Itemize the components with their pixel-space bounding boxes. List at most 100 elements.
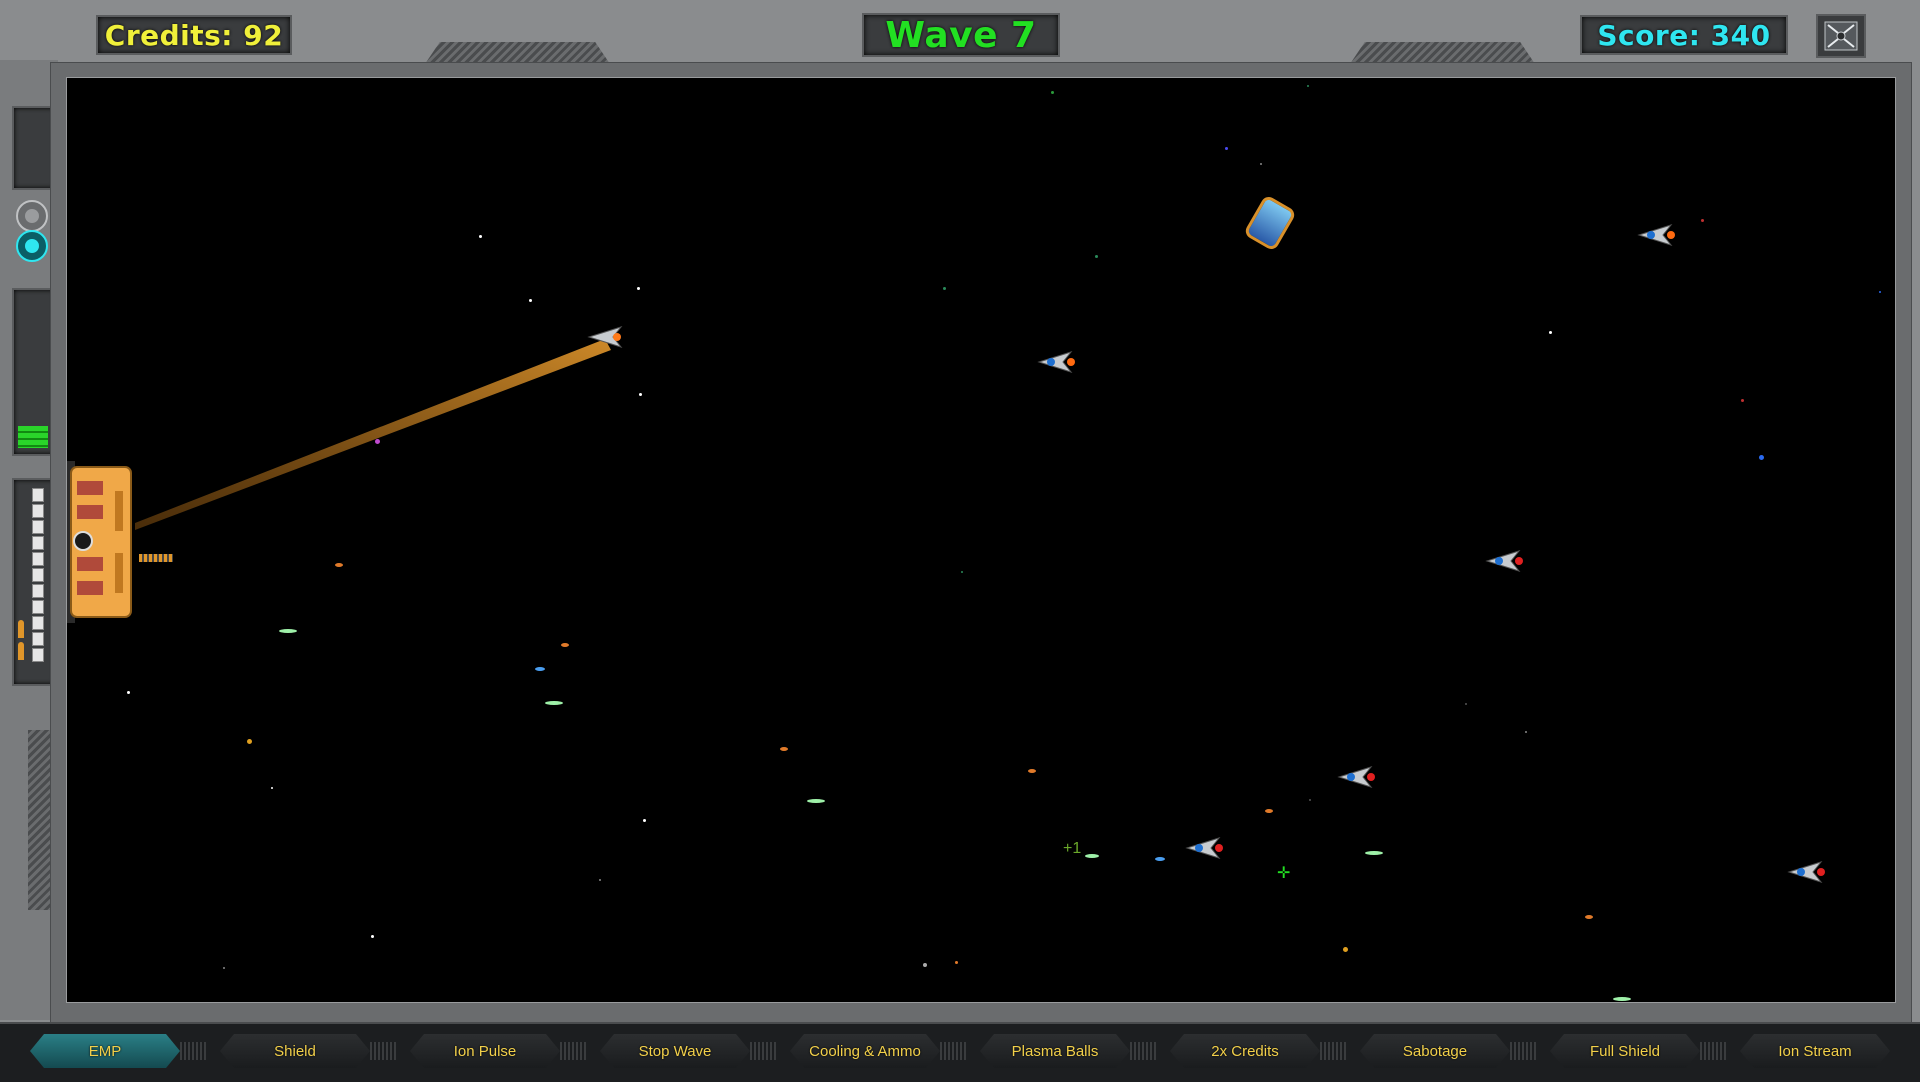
top-notch-left — [425, 42, 610, 64]
enemy-ship — [1787, 861, 1825, 883]
star — [1095, 255, 1098, 258]
projectile — [1265, 809, 1273, 813]
tool-separator — [560, 1042, 586, 1060]
star — [923, 963, 927, 967]
star — [223, 967, 225, 969]
projectile — [1028, 769, 1036, 773]
tool-2x-credits[interactable]: 2x Credits — [1170, 1034, 1320, 1068]
projectile — [545, 701, 563, 705]
tool-2x-credits-label: 2x Credits — [1211, 1042, 1279, 1060]
energy-bars-icon — [18, 426, 48, 448]
star — [1525, 731, 1527, 733]
projectile — [1613, 997, 1631, 1001]
star — [1741, 399, 1744, 402]
projectile — [1365, 851, 1383, 855]
enemy-ship — [587, 326, 623, 348]
score-text: Score: 340 — [1597, 18, 1771, 52]
projectile — [780, 747, 788, 751]
star — [1309, 799, 1311, 801]
tool-separator — [180, 1042, 206, 1060]
tool-separator — [750, 1042, 776, 1060]
star — [1343, 947, 1348, 952]
tool-plasma-balls[interactable]: Plasma Balls — [980, 1034, 1130, 1068]
tool-full-shield-label: Full Shield — [1589, 1042, 1661, 1060]
tool-sabotage-label: Sabotage — [1402, 1042, 1468, 1060]
star — [1879, 291, 1881, 293]
mode-button-on[interactable] — [16, 230, 48, 262]
enemy-ship — [1185, 837, 1223, 859]
ammo-column — [30, 486, 46, 664]
ammo-shell-icon — [18, 642, 24, 660]
tool-cooling-ammo-label: Cooling & Ammo — [809, 1042, 921, 1060]
star — [247, 739, 252, 744]
projectile — [1085, 854, 1099, 858]
star — [961, 571, 963, 573]
projectile — [1585, 915, 1593, 919]
tool-stop-wave[interactable]: Stop Wave — [600, 1034, 750, 1068]
wave-text: Wave 7 — [885, 14, 1037, 56]
ammo-shell-icon — [18, 620, 24, 638]
projectile — [279, 629, 297, 633]
mode-button-off[interactable] — [16, 200, 48, 232]
star — [955, 961, 958, 964]
star — [599, 879, 601, 881]
star — [1225, 147, 1228, 150]
tool-separator — [940, 1042, 966, 1060]
top-notch-right — [1350, 42, 1535, 64]
score-display: Score: 340 — [1580, 15, 1788, 55]
pickup-plus-text: +1 — [1063, 840, 1082, 857]
star — [637, 287, 640, 290]
gear-icon — [1824, 21, 1858, 51]
star — [1307, 85, 1309, 87]
tool-shield-label: Shield — [274, 1042, 316, 1060]
star — [1465, 703, 1467, 705]
enemy-ship — [1485, 550, 1523, 572]
tool-separator — [1510, 1042, 1536, 1060]
tool-cooling-ammo[interactable]: Cooling & Ammo — [790, 1034, 940, 1068]
star — [639, 393, 642, 396]
game-playfield[interactable]: +1 ✛ — [66, 77, 1896, 1003]
left-stripe — [28, 730, 50, 910]
tool-ion-pulse-label: Ion Pulse — [453, 1042, 517, 1060]
star — [271, 787, 273, 789]
credits-display: Credits: 92 — [96, 15, 292, 55]
enemy-ship — [1037, 351, 1075, 373]
star — [643, 819, 646, 822]
star — [529, 299, 532, 302]
projectile — [561, 643, 569, 647]
settings-button[interactable] — [1816, 14, 1866, 58]
tool-ion-pulse[interactable]: Ion Pulse — [410, 1034, 560, 1068]
tool-emp-label: EMP — [88, 1042, 122, 1060]
star — [1051, 91, 1054, 94]
tool-plasma-balls-label: Plasma Balls — [1011, 1042, 1099, 1060]
projectile — [535, 667, 545, 671]
tool-separator — [1130, 1042, 1156, 1060]
enemy-ship — [1337, 766, 1375, 788]
star — [371, 935, 374, 938]
turret-beam — [135, 339, 611, 530]
star — [1701, 219, 1704, 222]
credits-text: Credits: 92 — [104, 18, 284, 52]
star — [479, 235, 482, 238]
tool-ion-stream[interactable]: Ion Stream — [1740, 1034, 1890, 1068]
circle-gray-icon — [25, 209, 39, 223]
star — [943, 287, 946, 290]
projectile — [807, 799, 825, 803]
tool-sabotage[interactable]: Sabotage — [1360, 1034, 1510, 1068]
tool-emp[interactable]: EMP — [30, 1034, 180, 1068]
tool-separator — [1700, 1042, 1726, 1060]
tool-stop-wave-label: Stop Wave — [638, 1042, 712, 1060]
target-crosshair: ✛ — [1277, 865, 1291, 882]
tool-shield[interactable]: Shield — [220, 1034, 370, 1068]
projectile — [335, 563, 343, 567]
player-station — [67, 461, 139, 623]
tool-separator — [370, 1042, 396, 1060]
enemy-ship — [1637, 224, 1675, 246]
star — [1549, 331, 1552, 334]
tool-separator — [1320, 1042, 1346, 1060]
star — [375, 439, 380, 444]
star — [1759, 455, 1764, 460]
circle-teal-icon — [25, 239, 39, 253]
star — [1260, 163, 1262, 165]
tool-full-shield[interactable]: Full Shield — [1550, 1034, 1700, 1068]
